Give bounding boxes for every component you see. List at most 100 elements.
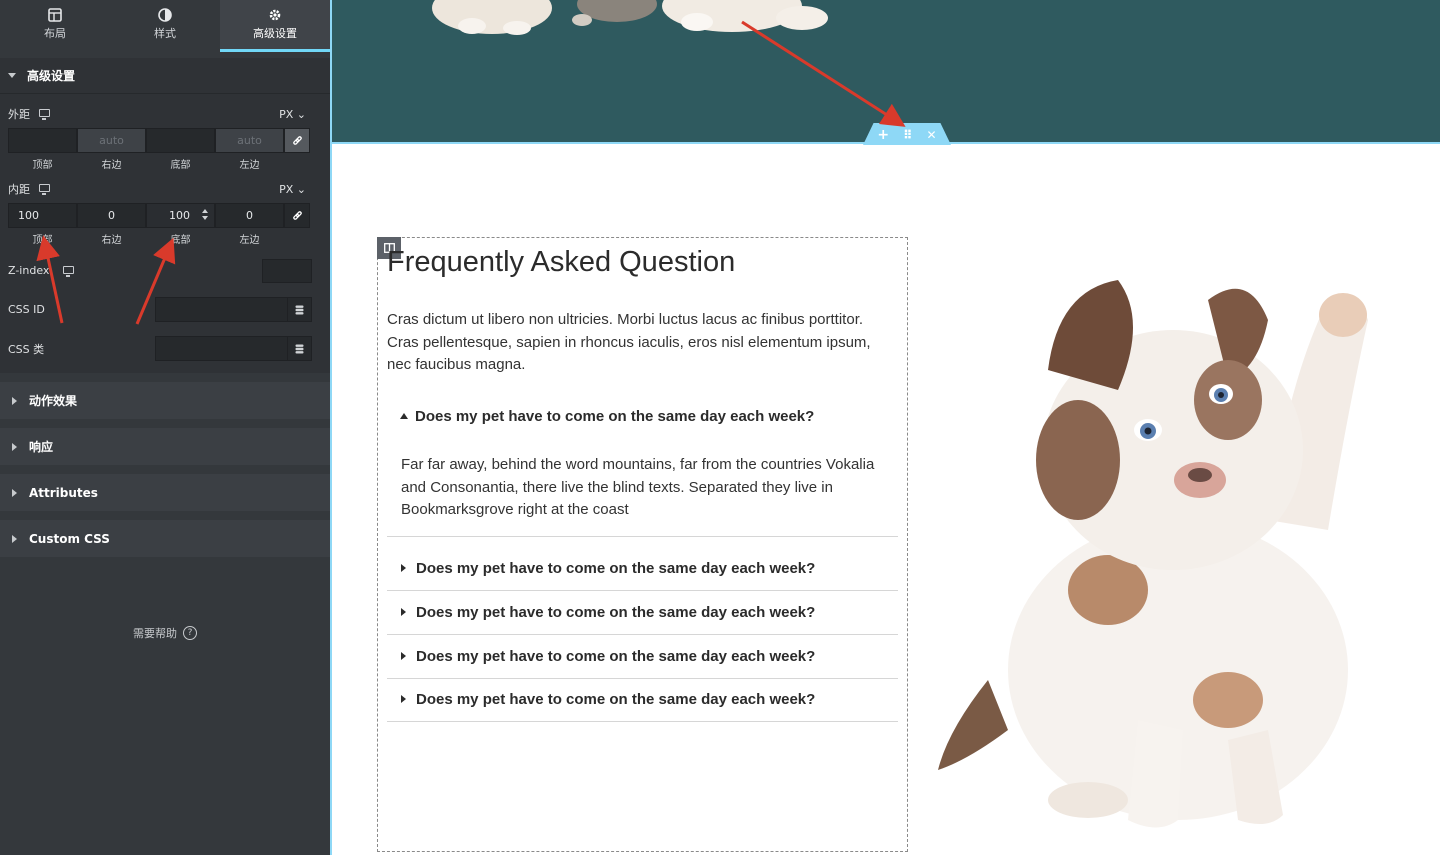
accordion-question-text: Does my pet have to come on the same day… — [416, 603, 816, 621]
css-id-label: CSS ID — [8, 303, 45, 316]
caret-right-icon — [12, 396, 17, 405]
drag-handle-icon[interactable]: ⠿ — [903, 128, 912, 142]
dynamic-tags-button[interactable] — [287, 297, 312, 322]
section-handle: + ⠿ ✕ — [863, 123, 951, 145]
section-motion-effects[interactable]: 动作效果 — [0, 382, 330, 419]
section-responsive-label: 响应 — [29, 440, 54, 454]
margin-link-button[interactable] — [284, 128, 310, 153]
padding-right-label: 右边 — [101, 235, 122, 246]
accordion-question-text: Does my pet have to come on the same day… — [416, 647, 816, 665]
margin-left-label: 左边 — [239, 160, 260, 171]
margin-bottom-label: 底部 — [170, 160, 191, 171]
margin-control: 外距 PX ⌄ — [0, 104, 330, 124]
zindex-input[interactable] — [262, 258, 312, 283]
css-id-input[interactable] — [155, 297, 287, 322]
tab-advanced[interactable]: 高级设置 — [220, 0, 330, 52]
margin-bottom-input[interactable] — [146, 128, 215, 153]
margin-label: 外距 — [8, 108, 30, 121]
accordion-question-text: Does my pet have to come on the same day… — [415, 407, 815, 425]
desktop-icon[interactable] — [39, 184, 50, 195]
accordion-item: Does my pet have to come on the same day… — [387, 546, 898, 591]
tab-advanced-label: 高级设置 — [253, 27, 297, 40]
section-custom-css-label: Custom CSS — [29, 531, 110, 546]
css-id-control: CSS ID — [0, 297, 330, 322]
padding-bottom-value: 100 — [169, 209, 190, 222]
accordion-question[interactable]: Does my pet have to come on the same day… — [387, 634, 898, 678]
link-icon — [292, 211, 302, 220]
accordion-question[interactable]: Does my pet have to come on the same day… — [387, 677, 898, 721]
section-attributes[interactable]: Attributes — [0, 474, 330, 511]
padding-right-input[interactable]: 0 — [77, 203, 146, 228]
margin-right-label: 右边 — [101, 160, 122, 171]
advanced-section-title: 高级设置 — [27, 69, 76, 83]
padding-left-label: 左边 — [239, 235, 260, 246]
css-class-label: CSS 类 — [8, 342, 45, 356]
caret-right-icon — [401, 695, 406, 703]
zindex-label: Z-index — [8, 264, 50, 277]
padding-field-labels: 顶部 右边 底部 左边 — [8, 231, 312, 246]
padding-bottom-input[interactable]: 100 — [146, 203, 215, 228]
section-attributes-label: Attributes — [29, 485, 98, 500]
caret-up-icon — [400, 413, 408, 419]
accordion-question[interactable]: Does my pet have to come on the same day… — [387, 394, 898, 438]
contrast-icon — [158, 8, 172, 22]
tab-style-label: 样式 — [154, 27, 176, 40]
padding-top-label: 顶部 — [32, 235, 53, 246]
margin-field-labels: 顶部 右边 底部 左边 — [8, 156, 312, 171]
padding-link-button[interactable] — [284, 203, 310, 228]
padding-control: 内距 PX ⌄ — [0, 179, 330, 199]
close-icon[interactable]: ✕ — [927, 128, 937, 142]
css-class-input[interactable] — [155, 336, 287, 361]
editor-canvas: + ⠿ ✕ Frequently Asked Question Cras dic… — [330, 0, 1440, 855]
padding-left-input[interactable]: 0 — [215, 203, 284, 228]
padding-top-input[interactable]: 100 — [8, 203, 77, 228]
padding-bottom-label: 底部 — [170, 235, 191, 246]
faq-intro-text: Cras dictum ut libero non ultricies. Mor… — [387, 311, 871, 373]
padding-unit: PX — [279, 182, 294, 196]
layout-icon — [48, 8, 62, 22]
caret-down-icon — [8, 73, 16, 78]
help-link[interactable]: 需要帮助 ? — [0, 625, 330, 641]
accordion-answer: Far far away, behind the word mountains,… — [401, 456, 875, 518]
database-icon — [295, 305, 304, 314]
gear-icon — [269, 9, 281, 21]
faq-column[interactable]: Frequently Asked Question Cras dictum ut… — [377, 237, 908, 852]
margin-left-input[interactable]: auto — [215, 128, 284, 153]
section-custom-css[interactable]: Custom CSS — [0, 520, 330, 557]
padding-label: 内距 — [8, 183, 30, 196]
desktop-icon[interactable] — [39, 109, 50, 120]
css-class-control: CSS 类 — [0, 336, 330, 361]
accordion-question[interactable]: Does my pet have to come on the same day… — [387, 590, 898, 634]
caret-right-icon — [12, 534, 17, 543]
margin-unit-select[interactable]: PX ⌄ — [279, 108, 306, 121]
margin-top-input[interactable] — [8, 128, 77, 153]
section-responsive[interactable]: 响应 — [0, 428, 330, 465]
tab-style[interactable]: 样式 — [110, 0, 220, 52]
puppy-image — [938, 280, 1368, 828]
accordion-question-text: Does my pet have to come on the same day… — [416, 690, 816, 708]
accordion-item: Does my pet have to come on the same day… — [387, 677, 898, 722]
section-handle-icons: + ⠿ ✕ — [863, 123, 951, 145]
desktop-icon[interactable] — [63, 265, 75, 277]
accordion-question[interactable]: Does my pet have to come on the same day… — [387, 546, 898, 590]
section-motion-effects-label: 动作效果 — [29, 394, 78, 408]
add-section-icon[interactable]: + — [877, 127, 889, 143]
tab-layout-label: 布局 — [44, 27, 66, 40]
accordion-item-open: Does my pet have to come on the same day… — [387, 394, 898, 537]
caret-right-icon — [12, 442, 17, 451]
accordion-item: Does my pet have to come on the same day… — [387, 590, 898, 635]
advanced-section: 高级设置 外距 PX ⌄ auto auto 顶部 右边 底部 左边 内距 PX… — [0, 58, 330, 373]
help-text: 需要帮助 — [133, 627, 177, 640]
margin-right-input[interactable]: auto — [77, 128, 146, 153]
accordion-question-text: Does my pet have to come on the same day… — [416, 559, 816, 577]
margin-inputs: auto auto — [8, 128, 312, 153]
padding-unit-select[interactable]: PX ⌄ — [279, 183, 306, 196]
editor-sidebar: 布局 样式 高级设置 高级设置 外距 PX ⌄ auto auto 顶部 右边 … — [0, 0, 330, 855]
accordion-item: Does my pet have to come on the same day… — [387, 634, 898, 679]
dynamic-tags-button[interactable] — [287, 336, 312, 361]
link-icon — [292, 136, 302, 145]
puppies-image — [432, 0, 828, 35]
tab-layout[interactable]: 布局 — [0, 0, 110, 52]
zindex-control: Z-index — [0, 258, 330, 283]
advanced-section-header[interactable]: 高级设置 — [0, 58, 330, 94]
